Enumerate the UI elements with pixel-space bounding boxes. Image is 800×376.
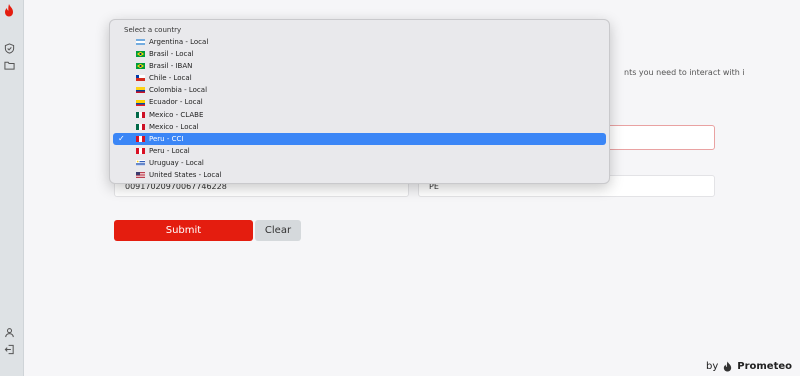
country-dropdown-menu[interactable]: Select a country Argentina - Local Brasi… [109, 19, 610, 184]
option-label: Colombia - Local [149, 86, 208, 95]
colombia-flag-icon [136, 87, 145, 94]
dropdown-option[interactable]: Brasil - IBAN [110, 60, 609, 72]
user-icon[interactable] [4, 327, 15, 338]
option-label: Brasil - Local [149, 50, 194, 59]
option-label: Mexico - CLABE [149, 110, 204, 119]
dropdown-option[interactable]: Uruguay - Local [110, 157, 609, 169]
footer-branding: by Prometeo [706, 361, 792, 372]
dropdown-option[interactable]: Mexico - Local [110, 121, 609, 133]
logout-icon[interactable] [4, 344, 15, 355]
usa-flag-icon [136, 172, 145, 179]
mexico-flag-icon [136, 111, 145, 118]
footer-by: by [705, 361, 719, 372]
dropdown-option-selected[interactable]: ✓ Peru - CCI [113, 132, 606, 145]
option-label: Mexico - Local [149, 122, 199, 131]
dropdown-option[interactable]: Brasil - Local [110, 48, 609, 60]
argentina-flag-icon [136, 39, 145, 46]
option-label: Ecuador - Local [149, 98, 203, 107]
dropdown-option[interactable]: Argentina - Local [110, 36, 609, 48]
option-label: Brasil - IBAN [149, 62, 193, 71]
clear-button[interactable]: Clear [255, 220, 301, 241]
dropdown-header: Select a country [124, 26, 182, 34]
uruguay-flag-icon [136, 159, 145, 166]
checkmark-icon: ✓ [118, 133, 125, 143]
prometeo-flame-icon [724, 361, 732, 372]
brazil-flag-icon [136, 63, 145, 70]
sidebar [0, 0, 24, 376]
shield-icon[interactable] [4, 43, 15, 54]
option-label: Peru - CCI [149, 134, 184, 143]
option-label: Chile - Local [149, 74, 192, 83]
dropdown-option[interactable]: Chile - Local [110, 72, 609, 84]
dropdown-option[interactable]: Mexico - CLABE [110, 109, 609, 121]
option-label: Argentina - Local [149, 38, 209, 46]
dropdown-option[interactable]: Peru - Local [110, 145, 609, 157]
peru-flag-icon [136, 135, 145, 142]
option-label: Uruguay - Local [149, 158, 204, 167]
description-text: nts you need to interact with is [624, 68, 744, 77]
prometeo-flame-logo[interactable] [2, 3, 16, 17]
dropdown-option[interactable]: Colombia - Local [110, 84, 609, 96]
option-label: Peru - Local [149, 146, 190, 155]
chile-flag-icon [136, 75, 145, 82]
dropdown-option[interactable]: United States - Local [110, 169, 609, 181]
mexico-flag-icon [136, 123, 145, 130]
peru-flag-icon [136, 147, 145, 154]
ecuador-flag-icon [136, 99, 145, 106]
dropdown-option[interactable]: Ecuador - Local [110, 96, 609, 108]
brazil-flag-icon [136, 51, 145, 58]
submit-button[interactable]: Submit [114, 220, 253, 241]
footer-brand: Prometeo [737, 361, 792, 372]
option-label: United States - Local [149, 171, 222, 180]
folder-icon[interactable] [4, 60, 15, 71]
